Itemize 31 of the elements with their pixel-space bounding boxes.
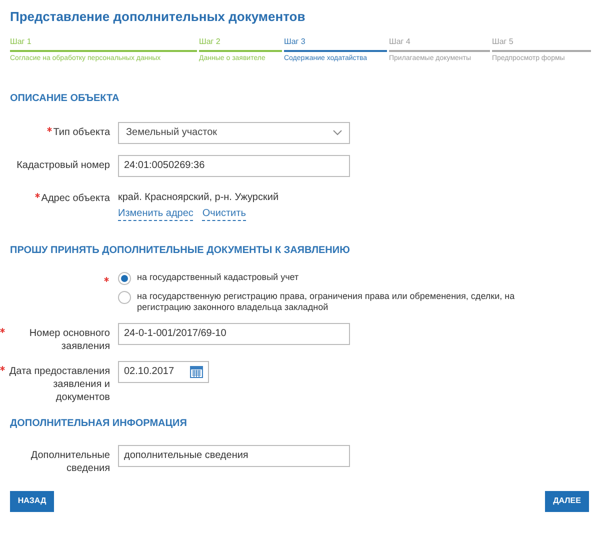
address-text: край. Красноярский, р-н. Ужурский (118, 190, 279, 204)
chevron-down-icon (333, 130, 342, 136)
step-number: Шаг 4 (389, 36, 410, 48)
radio-label: на государственную регистрацию права, ограничения права или обременения, сделки, на регистрацию законного владельца закладной (137, 290, 516, 312)
field-label: Кадастровый номер (16, 158, 110, 172)
step-number: Шаг 3 (284, 36, 306, 48)
address-link[interactable]: Очистить (202, 206, 246, 220)
input-field[interactable]: 24-0-1-001/2017/69-10 (118, 322, 350, 344)
radio-label: на государственный кадастровый учет (137, 272, 300, 282)
input-field[interactable]: 24:01:0050269:36 (118, 154, 350, 176)
section-heading: ДОПОЛНИТЕЛЬНАЯ ИНФОРМАЦИЯ (9, 416, 188, 430)
calendar-icon[interactable] (190, 365, 203, 378)
step-number: Шаг 2 (199, 36, 220, 48)
page-title: Представление дополнительных документов (10, 8, 306, 26)
step-number: Шаг 5 (492, 36, 514, 48)
input-field[interactable]: дополнительные сведения (118, 444, 350, 466)
section-heading: ПРОШУ ПРИНЯТЬ ДОПОЛНИТЕЛЬНЫЕ ДОКУМЕНТЫ К ЗАЯВЛЕНИЮ (9, 244, 351, 258)
radio-button[interactable] (118, 290, 131, 304)
section-heading: ОПИСАНИЕ ОБЪЕКТА (9, 92, 120, 106)
date-field[interactable]: 02.10.2017 (118, 360, 209, 382)
address-link[interactable]: Изменить адрес (118, 206, 194, 220)
field-label: Номер основного заявления (28, 326, 110, 352)
next-button[interactable]: ДАЛЕЕ (545, 490, 589, 512)
field-label: Тип объекта (53, 126, 110, 138)
step-number: Шаг 1 (10, 36, 32, 48)
field-label: Дата предоставления заявления и документов (8, 364, 110, 404)
radio-button[interactable] (118, 272, 131, 284)
select-field[interactable]: Земельный участок (118, 122, 350, 144)
field-label: Адрес объекта (41, 192, 110, 204)
field-label: Дополнительные сведения (30, 448, 110, 474)
back-button[interactable]: НАЗАД (10, 490, 54, 512)
